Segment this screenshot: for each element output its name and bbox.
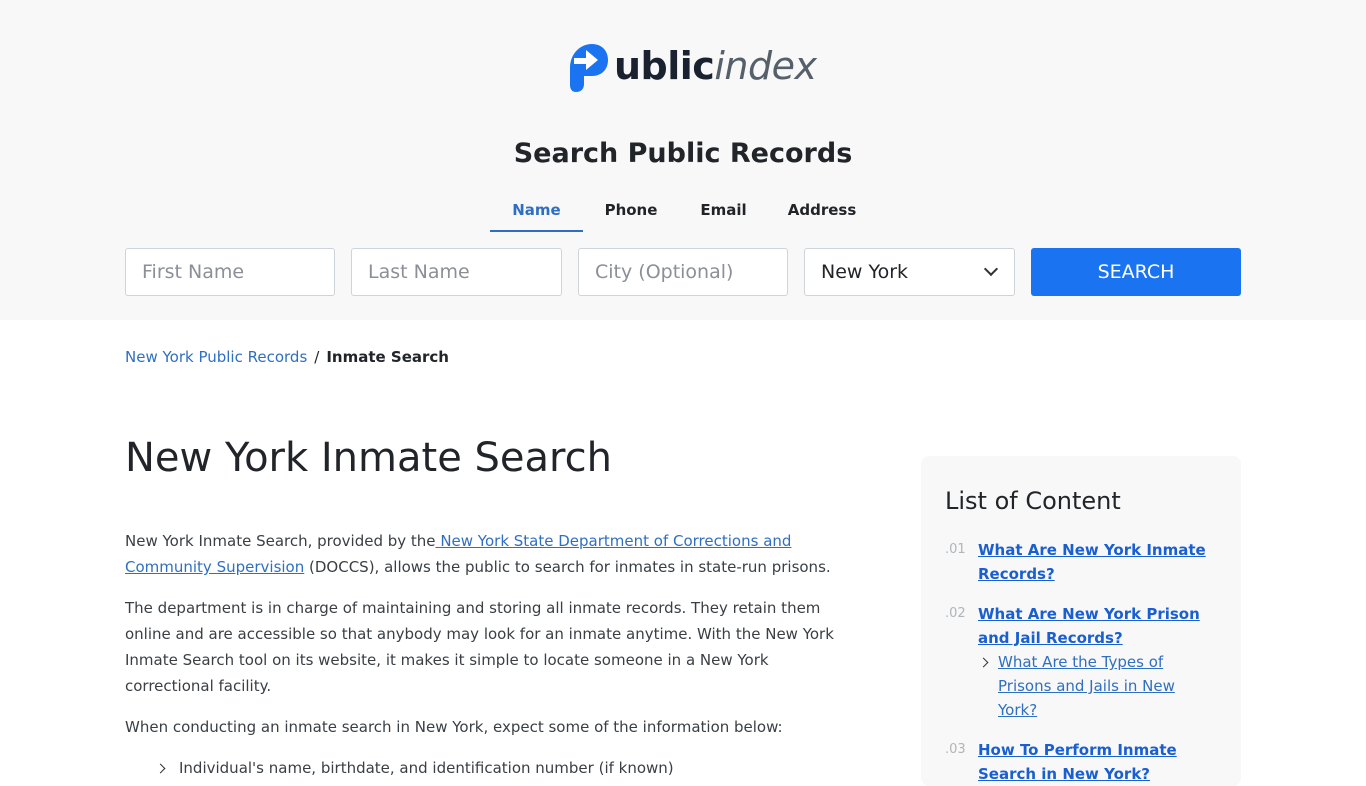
state-select[interactable]: New York xyxy=(804,248,1015,296)
tab-phone[interactable]: Phone xyxy=(583,192,679,232)
toc-link[interactable]: What Are New York Inmate Records? xyxy=(978,541,1206,583)
tab-name[interactable]: Name xyxy=(490,192,583,232)
table-of-contents: List of Content .01 What Are New York In… xyxy=(921,456,1241,786)
tab-email[interactable]: Email xyxy=(679,192,768,232)
toc-number: .03 xyxy=(945,742,966,757)
toc-item: .01 What Are New York Inmate Records? xyxy=(945,538,1217,586)
breadcrumb-parent-link[interactable]: New York Public Records xyxy=(125,346,307,368)
toc-number: .01 xyxy=(945,542,966,557)
toc-item: .03 How To Perform Inmate Search in New … xyxy=(945,738,1217,786)
toc-subitem: What Are the Types of Prisons and Jails … xyxy=(978,650,1217,722)
page-title: New York Inmate Search xyxy=(125,435,612,481)
info-list: Individual's name, birthdate, and identi… xyxy=(125,755,860,781)
chevron-down-icon xyxy=(983,261,999,277)
article-paragraph: When conducting an inmate search in New … xyxy=(125,718,783,736)
toc-sublink[interactable]: What Are the Types of Prisons and Jails … xyxy=(998,653,1175,719)
logo-wordmark: ublicindex xyxy=(614,44,817,88)
article-paragraph: New York Inmate Search, provided by the … xyxy=(125,532,831,576)
toc-link[interactable]: What Are New York Prison and Jail Record… xyxy=(978,605,1200,647)
search-hero: ublicindex Search Public Records Name Ph… xyxy=(0,0,1366,320)
hero-title: Search Public Records xyxy=(513,138,853,169)
breadcrumb-separator: / xyxy=(314,348,320,366)
toc-number: .02 xyxy=(945,606,966,621)
search-type-tabs: Name Phone Email Address xyxy=(490,192,876,232)
list-item: Individual's name, birthdate, and identi… xyxy=(125,755,860,781)
toc-item: .02 What Are New York Prison and Jail Re… xyxy=(945,602,1217,722)
article-body: New York Inmate Search, provided by the … xyxy=(125,528,860,781)
tab-address[interactable]: Address xyxy=(768,192,876,232)
breadcrumb-current: Inmate Search xyxy=(326,348,449,366)
search-button[interactable]: SEARCH xyxy=(1031,248,1241,296)
article-paragraph: The department is in charge of maintaini… xyxy=(125,599,834,695)
state-select-value: New York xyxy=(821,261,909,283)
logo-p-arrow-icon xyxy=(570,44,608,92)
site-logo[interactable]: ublicindex xyxy=(566,38,817,94)
breadcrumb: New York Public Records / Inmate Search xyxy=(125,346,449,368)
toc-link[interactable]: How To Perform Inmate Search in New York… xyxy=(978,741,1177,783)
last-name-input[interactable] xyxy=(351,248,562,296)
toc-title: List of Content xyxy=(945,487,1121,515)
first-name-input[interactable] xyxy=(125,248,335,296)
city-input[interactable] xyxy=(578,248,788,296)
